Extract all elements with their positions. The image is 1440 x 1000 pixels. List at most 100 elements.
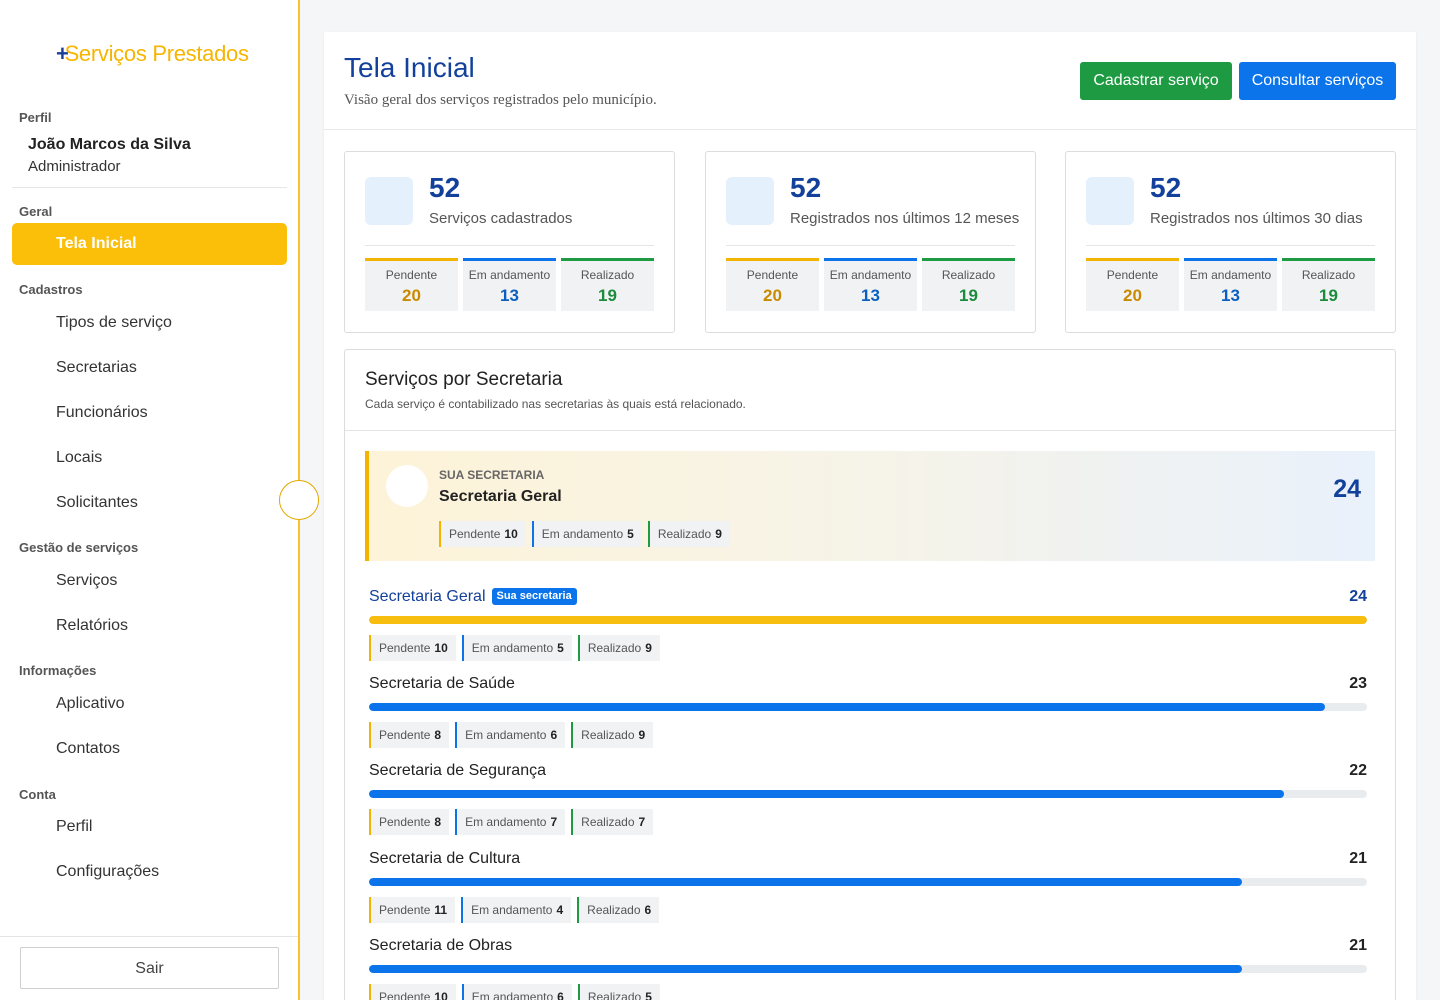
- status-value: 13: [861, 286, 880, 305]
- chip-andamento: Em andamento 5: [531, 521, 642, 547]
- chip-label: Realizado: [581, 815, 635, 829]
- status-value: 13: [500, 286, 519, 305]
- stat-pendente: Pendente 20: [365, 258, 458, 311]
- servicos-por-secretaria-panel: Serviços por Secretaria Cada serviço é c…: [344, 349, 1396, 1000]
- chip-value: 5: [627, 527, 634, 541]
- sidebar-item-contatos[interactable]: Contatos: [12, 728, 287, 770]
- status-chips: Pendente 8 Em andamento 6 Realizado 9: [369, 722, 654, 748]
- chip-label: Realizado: [587, 903, 641, 917]
- status-chips: Pendente 11 Em andamento 4 Realizado 6: [369, 897, 660, 923]
- chip-label: Em andamento: [465, 728, 547, 742]
- chip-andamento: Em andamento 6: [455, 722, 566, 748]
- status-label: Pendente: [746, 268, 799, 282]
- stat-pendente: Pendente 20: [726, 258, 819, 311]
- chip-realizado: Realizado 5: [577, 984, 660, 1000]
- divider: [726, 245, 1015, 246]
- chip-value: 6: [557, 990, 564, 1000]
- stat-icon: [1086, 177, 1134, 225]
- secretaria-name: Secretaria Geral Sua secretaria: [369, 588, 577, 606]
- chip-label: Realizado: [587, 641, 642, 655]
- stat-andamento: Em andamento 13: [1184, 258, 1277, 311]
- secretaria-avatar: [386, 465, 428, 507]
- chip-pendente: Pendente 10: [439, 521, 526, 547]
- chip-value: 7: [638, 815, 646, 829]
- progress-fill: [369, 878, 1243, 886]
- status-value: 19: [598, 286, 617, 305]
- sidebar-item-servicos[interactable]: Serviços: [12, 560, 287, 602]
- divider: [12, 187, 287, 188]
- consultar-servicos-button[interactable]: Consultar serviços: [1239, 62, 1396, 100]
- chip-realizado: Realizado 9: [647, 521, 730, 547]
- chip-value: 5: [557, 641, 564, 655]
- chip-label: Pendente: [379, 990, 431, 1000]
- user-role: Administrador: [28, 158, 121, 175]
- app-logo[interactable]: +Serviços Prestados: [56, 41, 249, 67]
- progress-fill: [369, 703, 1326, 711]
- chip-label: Pendente: [449, 527, 501, 541]
- secretaria-total: 22: [1349, 762, 1367, 779]
- chip-realizado: Realizado 7: [571, 809, 654, 835]
- chip-label: Pendente: [379, 728, 431, 742]
- chip-pendente: Pendente 8: [369, 809, 450, 835]
- panel-header: Serviços por Secretaria Cada serviço é c…: [345, 350, 1395, 431]
- chip-pendente: Pendente 11: [369, 897, 456, 923]
- profile-section-label: Perfil: [19, 110, 52, 125]
- sidebar-item-configuracoes[interactable]: Configurações: [12, 851, 287, 893]
- chip-label: Realizado: [581, 728, 635, 742]
- chip-realizado: Realizado 6: [577, 897, 660, 923]
- stat-card-12-meses: 52 Registrados nos últimos 12 meses Pend…: [705, 151, 1036, 333]
- chip-label: Realizado: [657, 527, 712, 541]
- app-name: Serviços Prestados: [64, 41, 249, 66]
- sidebar-item-solicitantes[interactable]: Solicitantes: [12, 482, 287, 524]
- status-chips: Pendente 8 Em andamento 7 Realizado 7: [369, 809, 654, 835]
- chip-pendente: Pendente 10: [369, 984, 456, 1000]
- chip-value: 8: [434, 815, 442, 829]
- chip-value: 9: [715, 527, 722, 541]
- progress-track: [369, 616, 1367, 624]
- secretaria-total: 21: [1349, 937, 1367, 954]
- chip-value: 6: [550, 728, 558, 742]
- chip-realizado: Realizado 9: [571, 722, 654, 748]
- cadastrar-servico-button[interactable]: Cadastrar serviço: [1080, 62, 1232, 100]
- stat-realizado: Realizado 19: [561, 258, 654, 311]
- sidebar-item-secretarias[interactable]: Secretarias: [12, 347, 287, 389]
- chip-label: Em andamento: [465, 815, 547, 829]
- progress-track: [369, 965, 1367, 973]
- chip-andamento: Em andamento 6: [461, 984, 572, 1000]
- chip-value: 7: [550, 815, 558, 829]
- chip-value: 4: [556, 903, 564, 917]
- chip-realizado: Realizado 9: [577, 635, 660, 661]
- chip-value: 8: [434, 728, 442, 742]
- sidebar-item-perfil[interactable]: Perfil: [12, 806, 287, 848]
- secretaria-name: Secretaria de Obras: [369, 937, 513, 954]
- sidebar-item-funcionarios[interactable]: Funcionários: [12, 392, 287, 434]
- secretaria-total: 21: [1349, 850, 1367, 867]
- sidebar-item-aplicativo[interactable]: Aplicativo: [12, 683, 287, 725]
- stat-card-30-dias: 52 Registrados nos últimos 30 dias Pende…: [1065, 151, 1396, 333]
- sidebar-item-tela-inicial[interactable]: Tela Inicial: [12, 223, 287, 265]
- chip-label: Em andamento: [471, 903, 553, 917]
- sidebar: +Serviços Prestados Perfil João Marcos d…: [0, 0, 300, 1000]
- stat-value: 52: [790, 172, 822, 203]
- panel-subtitle: Cada serviço é contabilizado nas secreta…: [365, 397, 746, 411]
- chip-value: 10: [434, 990, 448, 1000]
- chip-andamento: Em andamento 7: [455, 809, 566, 835]
- chip-value: 9: [638, 728, 646, 742]
- sidebar-item-locais[interactable]: Locais: [12, 437, 287, 479]
- stat-realizado: Realizado 19: [1282, 258, 1375, 311]
- sua-secretaria-card: SUA SECRETARIA Secretaria Geral 24 Pende…: [365, 451, 1375, 561]
- secretaria-name: Secretaria de Saúde: [369, 675, 515, 692]
- sidebar-item-relatorios[interactable]: Relatórios: [12, 605, 287, 647]
- page-title: Tela Inicial: [344, 52, 475, 83]
- stat-pendente: Pendente 20: [1086, 258, 1179, 311]
- status-chips: Pendente 10 Em andamento 5 Realizado 9: [369, 635, 660, 661]
- status-value: 20: [1123, 286, 1142, 305]
- logout-button[interactable]: Sair: [20, 947, 279, 989]
- sidebar-item-tipos-servico[interactable]: Tipos de serviço: [12, 302, 287, 344]
- secretaria-total: 24: [1333, 475, 1361, 503]
- sidebar-toggle-handle[interactable]: [279, 480, 319, 520]
- stat-label: Registrados nos últimos 30 dias: [1150, 210, 1363, 227]
- nav-section-gestao: Gestão de serviços: [19, 540, 139, 555]
- progress-track: [369, 703, 1367, 711]
- nav-section-geral: Geral: [19, 204, 53, 219]
